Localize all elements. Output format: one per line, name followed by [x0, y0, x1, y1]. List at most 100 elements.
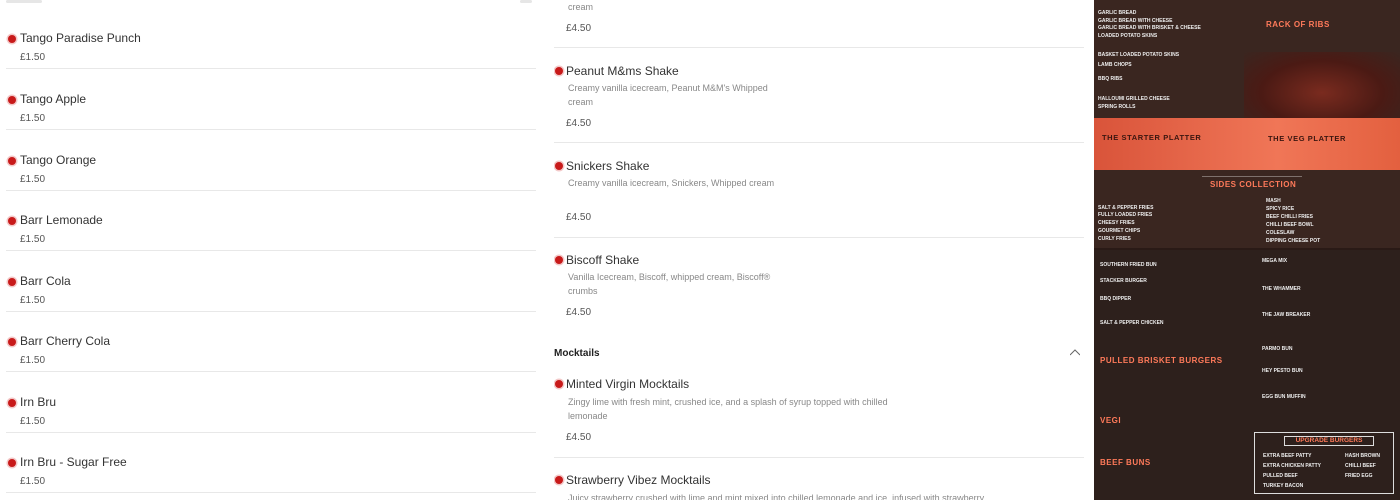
item-price: £4.50: [566, 432, 592, 443]
list-item[interactable]: Biscoff Shake Vanilla Icecream, Biscoff,…: [554, 238, 1084, 334]
item-price: £4.50: [566, 212, 592, 223]
list-item[interactable]: Tango Paradise Punch £1.50: [6, 8, 536, 69]
item-name: Tango Paradise Punch: [20, 31, 141, 45]
veg-indicator-icon: [8, 35, 16, 43]
menu-line: PULLED BEEF: [1263, 473, 1298, 479]
list-item[interactable]: Barr Cola £1.50: [6, 251, 536, 312]
item-name: Strawberry Vibez Mocktails: [566, 473, 711, 487]
list-item[interactable]: Barr Lemonade £1.50: [6, 190, 536, 251]
item-price: £1.50: [20, 113, 46, 124]
menu-line: CHILLI BEEF: [1345, 463, 1376, 469]
menu-line: EXTRA CHICKEN PATTY: [1263, 463, 1321, 469]
menu-line: CURLY FRIES: [1098, 236, 1131, 242]
item-description: Creamy vanilla icecream, Peanut M&M's Wh…: [568, 83, 768, 107]
item-name: Tango Orange: [20, 153, 97, 167]
veg-indicator-icon: [555, 380, 563, 388]
list-item[interactable]: Barr Cherry Cola £1.50: [6, 311, 536, 372]
veg-indicator-icon: [8, 338, 16, 346]
chevron-up-icon[interactable]: [1070, 348, 1080, 358]
list-item[interactable]: Strawberry Vibez Mocktails Juicy strawbe…: [554, 458, 1084, 500]
item-description: Juicy strawberry crushed with lime and m…: [568, 493, 985, 500]
item-price: £1.50: [20, 174, 46, 185]
menu-section-title: UPGRADE BURGERS: [1284, 436, 1374, 446]
menu-line: GOURMET CHIPS: [1098, 228, 1141, 234]
list-item[interactable]: Tango Apple £1.50: [6, 69, 536, 130]
divider: [1202, 176, 1302, 177]
item-price: £1.50: [20, 234, 46, 245]
menu-line: SALT & PEPPER CHICKEN: [1100, 320, 1164, 326]
list-item[interactable]: Irn Bru - Sugar Free £1.50: [6, 432, 536, 493]
item-price: £1.50: [20, 52, 46, 63]
menu-line: DIPPING CHEESE POT: [1266, 238, 1321, 244]
divider: [6, 0, 42, 3]
menu-photo: GARLIC BREAD GARLIC BREAD WITH CHEESE GA…: [1094, 0, 1400, 500]
menu-line: HEY PESTO BUN: [1262, 368, 1303, 374]
list-item[interactable]: Irn Bru £1.50: [6, 372, 536, 433]
menu-line: COLESLAW: [1266, 230, 1295, 236]
previous-item-edge: [6, 0, 536, 6]
menu-line: THE WHAMMER: [1262, 286, 1301, 292]
list-item[interactable]: Minted Virgin Mocktails Zingy lime with …: [554, 368, 1084, 458]
menu-line: SPRING ROLLS: [1098, 104, 1136, 110]
menu-line: SOUTHERN FRIED BUN: [1100, 262, 1157, 268]
item-name: Barr Lemonade: [20, 213, 103, 227]
menu-line: SPICY RICE: [1266, 206, 1295, 212]
list-item[interactable]: Snickers Shake Creamy vanilla icecream, …: [554, 143, 1084, 238]
veg-indicator-icon: [555, 256, 563, 264]
item-name: Peanut M&ms Shake: [566, 64, 679, 78]
veg-indicator-icon: [555, 476, 563, 484]
menu-line: EGG BUN MUFFIN: [1262, 394, 1306, 400]
item-price: £4.50: [566, 118, 592, 129]
item-price: £1.50: [20, 295, 46, 306]
veg-indicator-icon: [555, 162, 563, 170]
menu-line: GARLIC BREAD: [1098, 10, 1137, 16]
menu-line: PARMO BUN: [1262, 346, 1293, 352]
item-price: £4.50: [566, 307, 592, 318]
category-header-mocktails[interactable]: Mocktails: [554, 340, 1084, 368]
item-name: Irn Bru: [20, 395, 57, 409]
platters-band: THE STARTER PLATTER THE VEG PLATTER: [1094, 118, 1400, 170]
menu-line: LAMB CHOPS: [1098, 62, 1132, 68]
menu-line: SALT & PEPPER FRIES: [1098, 205, 1154, 211]
list-item[interactable]: Peanut M&ms Shake Creamy vanilla icecrea…: [554, 48, 1084, 143]
item-description: Zingy lime with fresh mint, crushed ice,…: [568, 397, 888, 421]
item-description: cream: [568, 2, 594, 12]
list-item[interactable]: cream £4.50: [554, 0, 1084, 48]
menu-section-title: THE STARTER PLATTER: [1102, 133, 1202, 142]
divider: [520, 0, 532, 3]
menu-section-title: RACK OF RIBS: [1266, 20, 1330, 29]
menu-section-title: SIDES COLLECTION: [1210, 180, 1297, 189]
menu-line: FULLY LOADED FRIES: [1098, 212, 1153, 218]
item-description: Creamy vanilla icecream, Snickers, Whipp…: [568, 178, 775, 188]
menu-line: TURKEY BACON: [1263, 483, 1304, 489]
menu-line: CHEESY FRIES: [1098, 220, 1135, 226]
menu-photo-top: GARLIC BREAD GARLIC BREAD WITH CHEESE GA…: [1094, 0, 1400, 248]
item-price: £1.50: [20, 416, 46, 427]
veg-indicator-icon: [8, 459, 16, 467]
item-name: Irn Bru - Sugar Free: [20, 455, 127, 469]
shakes-list: cream £4.50 Peanut M&ms Shake Creamy van…: [554, 0, 1084, 500]
item-price: £1.50: [20, 355, 46, 366]
list-item[interactable]: Tango Orange £1.50: [6, 130, 536, 191]
veg-indicator-icon: [8, 217, 16, 225]
veg-indicator-icon: [8, 399, 16, 407]
item-price: £1.50: [20, 476, 46, 487]
menu-line: CHILLI BEEF BOWL: [1266, 222, 1314, 228]
menu-line: MASH: [1266, 198, 1281, 204]
menu-section-title: PULLED BRISKET BURGERS: [1100, 356, 1223, 365]
item-name: Barr Cherry Cola: [20, 334, 111, 348]
menu-line: FRIED EGG: [1345, 473, 1373, 479]
menu-section-title: VEGI: [1100, 416, 1122, 425]
veg-indicator-icon: [555, 67, 563, 75]
menu-line: BEEF CHILLI FRIES: [1266, 214, 1313, 220]
menu-line: BBQ RIBS: [1098, 76, 1123, 82]
item-name: Barr Cola: [20, 274, 71, 288]
item-name: Snickers Shake: [566, 159, 650, 173]
menu-line: HASH BROWN: [1345, 453, 1380, 459]
item-description: Vanilla Icecream, Biscoff, whipped cream…: [568, 272, 771, 296]
menu-line: STACKER BURGER: [1100, 278, 1147, 284]
menu-line: GARLIC BREAD WITH BRISKET & CHEESE: [1098, 25, 1201, 31]
menu-line: LOADED POTATO SKINS: [1098, 33, 1158, 39]
veg-indicator-icon: [8, 96, 16, 104]
veg-indicator-icon: [8, 278, 16, 286]
